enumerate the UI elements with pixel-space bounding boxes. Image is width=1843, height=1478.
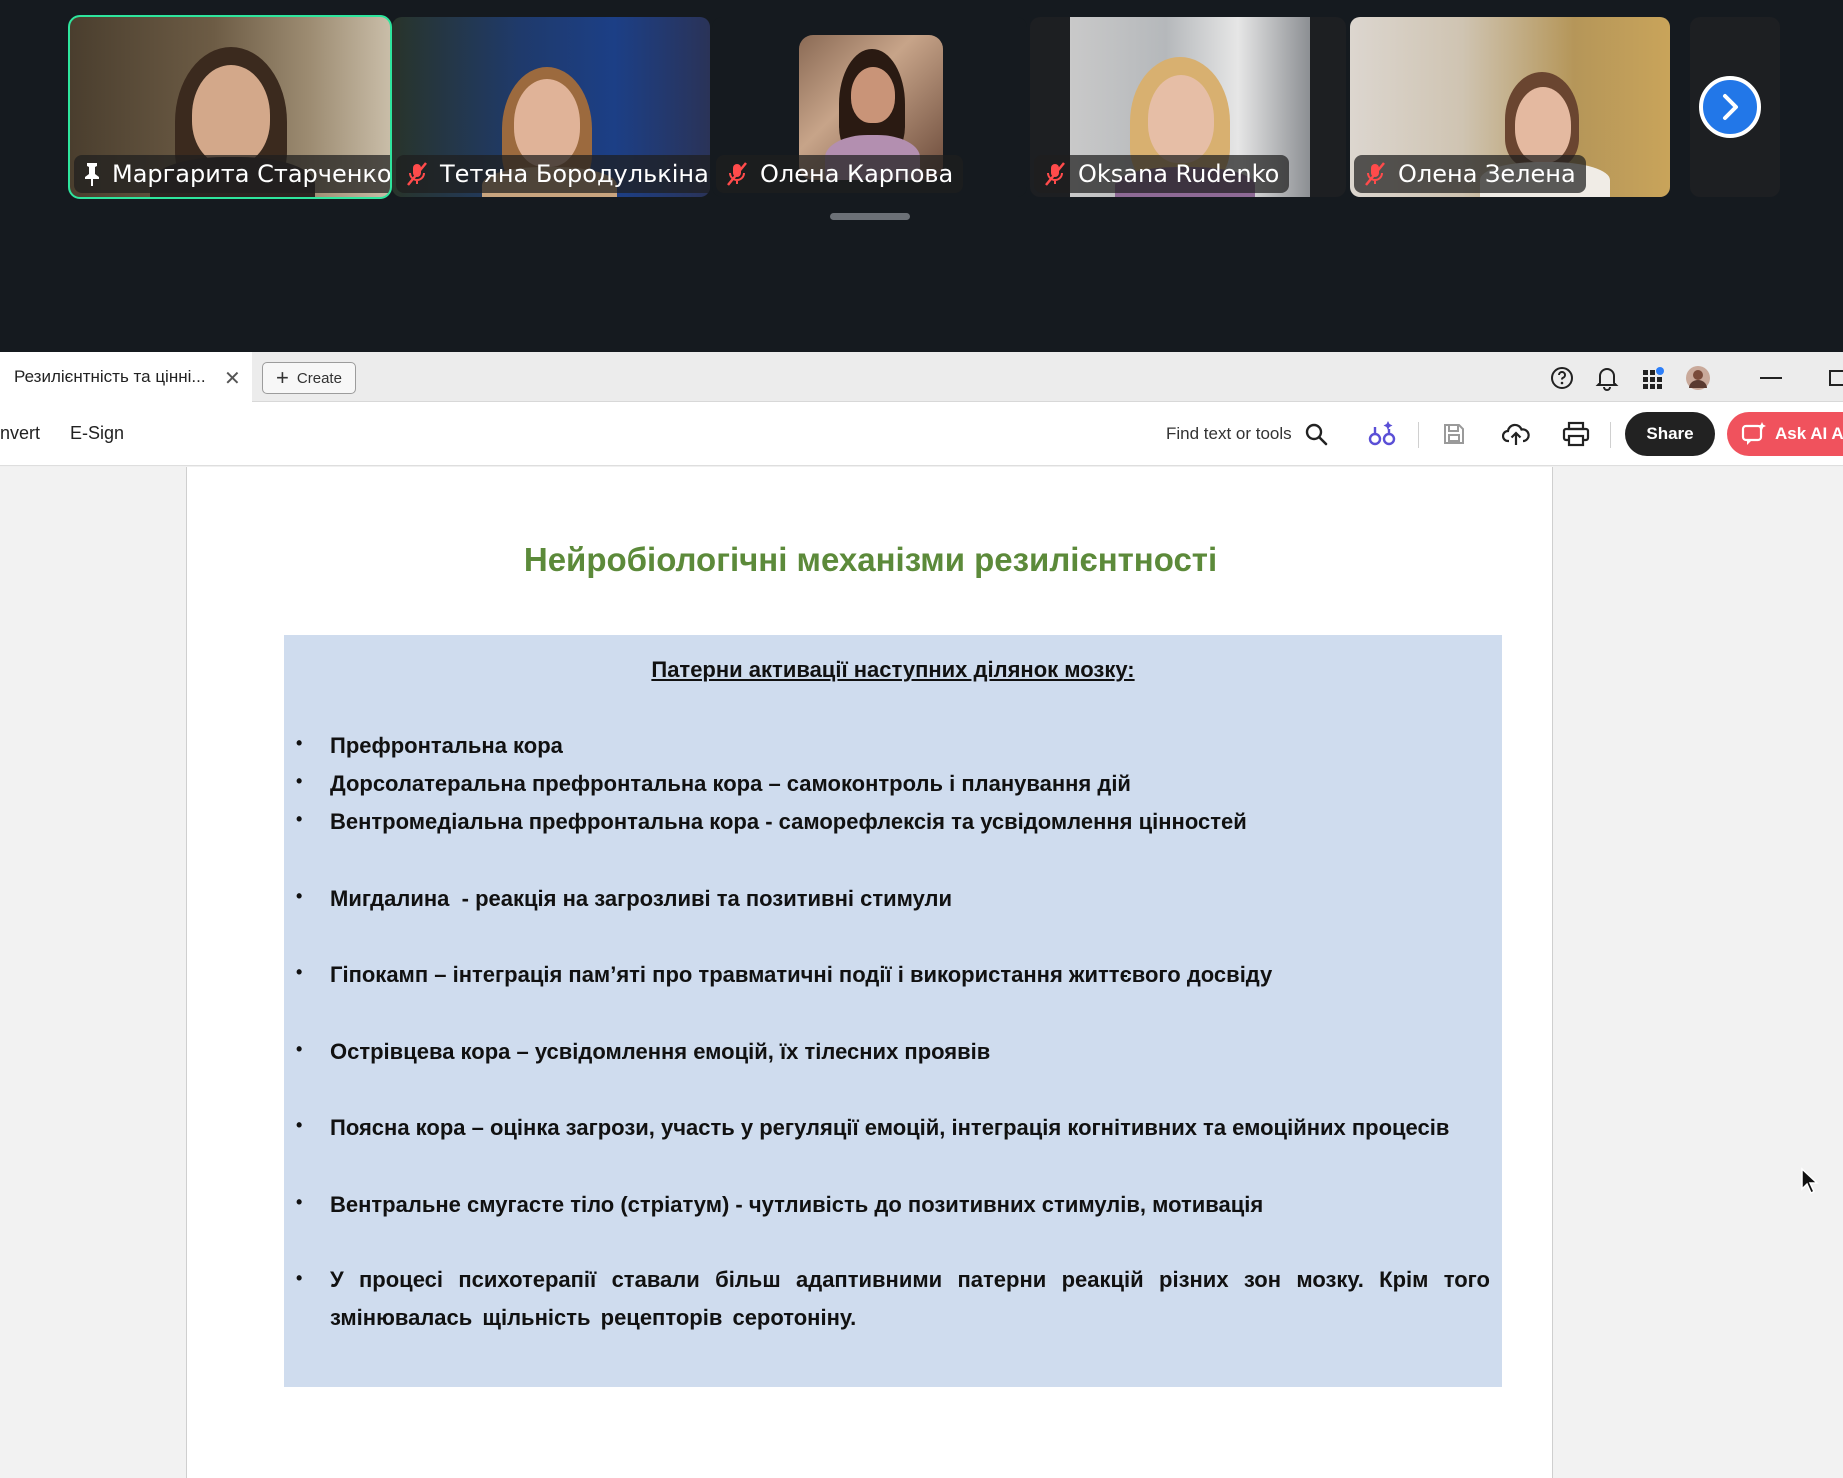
next-participants-button[interactable] — [1699, 76, 1761, 138]
share-button[interactable]: Share — [1625, 412, 1715, 456]
create-label: Create — [296, 369, 342, 387]
participant-nameplate: Олена Зелена — [1354, 155, 1586, 193]
slide-title: Нейробіологічні механізми резилієнтності — [523, 541, 1218, 578]
bullet-text: Мигдалина - реакція на загрозливі та поз… — [330, 886, 953, 911]
close-tab-icon[interactable]: ✕ — [224, 366, 241, 391]
document-workspace[interactable]: Нейробіологічні механізми резилієнтності… — [0, 467, 1843, 1478]
participant-nameplate: Маргарита Старченко — [74, 155, 390, 193]
document-tab[interactable]: Резилієнтність та цінні... ✕ — [0, 352, 252, 402]
participant-name: Маргарита Старченко — [112, 160, 390, 188]
bullet-glyph: • — [296, 1268, 303, 1288]
e-sign-menu[interactable]: E-Sign — [70, 423, 124, 444]
participant-tile[interactable]: Oksana Rudenko — [1030, 17, 1346, 197]
participant-name: Oksana Rudenko — [1078, 160, 1280, 188]
participant-tile[interactable]: Олена Карпова — [712, 17, 1027, 197]
ai-tools-icon[interactable] — [1366, 418, 1398, 450]
ask-ai-label: Ask AI A — [1775, 424, 1843, 443]
content-box: Патерни активації наступних ділянок мозк… — [284, 635, 1502, 1387]
document-tab-title: Резилієнтність та цінні... — [14, 367, 206, 386]
bullet-glyph: • — [296, 886, 303, 906]
mic-muted-icon — [1045, 162, 1065, 186]
user-avatar[interactable] — [1684, 364, 1712, 392]
mic-muted-icon — [407, 162, 427, 186]
ask-ai-button[interactable]: Ask AI A — [1727, 412, 1843, 456]
box-heading: Патерни активації наступних ділянок мозк… — [651, 657, 1135, 682]
bullet-text: Префронтальна кора — [330, 733, 563, 758]
participant-tile[interactable]: Тетяна Бородулькіна — [392, 17, 710, 197]
find-label: Find text or tools — [1166, 424, 1292, 443]
bullet-text: У процесі психотерапії ставали більш ада… — [330, 1267, 1490, 1330]
bullet-text: Поясна кора – оцінка загрози, участь у р… — [330, 1115, 1450, 1140]
bullet-text: Гіпокамп – інтеграція пам’яті про травма… — [330, 962, 1273, 987]
bullet-glyph: • — [296, 771, 303, 791]
maximize-window-icon[interactable] — [1826, 364, 1843, 392]
participant-nameplate: Олена Карпова — [716, 155, 964, 193]
toolbar-divider — [1610, 422, 1611, 448]
participant-name: Олена Карпова — [760, 160, 954, 188]
bullet-glyph: • — [296, 1039, 303, 1059]
participant-tile[interactable]: Олена Зелена — [1350, 17, 1670, 197]
toolbar-divider — [1418, 422, 1419, 448]
participant-tile[interactable]: Маргарита Старченко — [68, 15, 392, 199]
pin-icon — [85, 163, 99, 186]
cloud-upload-icon[interactable] — [1500, 418, 1532, 450]
bullet-glyph: • — [296, 809, 303, 829]
pdf-page: Нейробіологічні механізми резилієнтності… — [186, 467, 1553, 1478]
resize-handle[interactable] — [830, 213, 910, 220]
mic-muted-icon — [727, 162, 747, 186]
chevron-right-icon — [1723, 94, 1738, 120]
bullet-text: Вентромедіальна префронтальна кора - сам… — [330, 809, 1247, 834]
participant-name: Тетяна Бородулькіна — [440, 160, 709, 188]
participant-nameplate: Тетяна Бородулькіна — [396, 155, 710, 193]
minimize-window-icon[interactable] — [1756, 364, 1786, 392]
search-icon — [1305, 423, 1327, 446]
bullet-text: Острівцева кора – усвідомлення емоцій, ї… — [330, 1039, 991, 1064]
participant-nameplate: Oksana Rudenko — [1034, 155, 1290, 193]
bullet-text: Вентральне смугасте тіло (стріатум) - чу… — [330, 1192, 1264, 1217]
bullet-glyph: • — [296, 733, 303, 753]
print-icon[interactable] — [1560, 418, 1592, 450]
bullet-text: Дорсолатеральна префронтальна кора – сам… — [330, 771, 1131, 796]
notifications-bell-icon[interactable] — [1593, 364, 1621, 392]
save-icon[interactable] — [1438, 418, 1470, 450]
tab-bar: Резилієнтність та цінні... ✕ + Create — [0, 352, 1843, 402]
mouse-cursor-icon — [1800, 1167, 1820, 1200]
video-strip: Маргарита Старченко Тетяна Бородулькіна … — [0, 0, 1843, 352]
help-icon[interactable] — [1548, 364, 1576, 392]
mic-muted-icon — [1365, 162, 1385, 186]
find-text-or-tools[interactable]: Find text or tools — [1166, 414, 1328, 454]
main-toolbar: nvert E-Sign Find text or tools Share As… — [0, 402, 1843, 466]
participant-name: Олена Зелена — [1398, 160, 1576, 188]
create-button[interactable]: + Create — [262, 362, 356, 394]
bullet-glyph: • — [296, 1192, 303, 1212]
convert-menu[interactable]: nvert — [0, 423, 40, 444]
plus-icon: + — [276, 365, 289, 390]
bullet-glyph: • — [296, 1115, 303, 1135]
pdf-viewer-window: Резилієнтність та цінні... ✕ + Create nv… — [0, 352, 1843, 1478]
bullet-glyph: • — [296, 962, 303, 982]
apps-grid-icon[interactable] — [1640, 364, 1668, 392]
ai-chat-icon — [1741, 422, 1766, 445]
